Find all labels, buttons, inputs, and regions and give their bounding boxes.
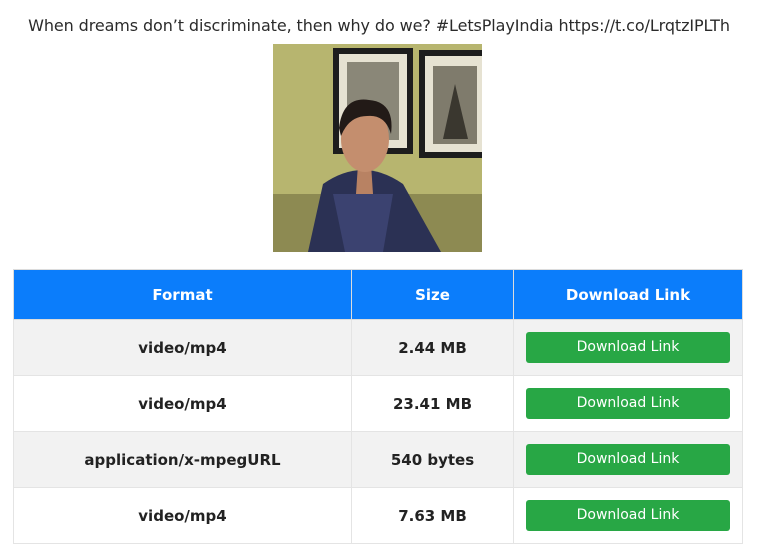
format-cell: video/mp4 — [13, 487, 352, 544]
table-row: video/mp4 23.41 MB Download Link — [13, 375, 743, 432]
download-link-button[interactable]: Download Link — [526, 388, 730, 419]
column-header-format: Format — [13, 269, 352, 320]
video-thumbnail-image — [273, 44, 482, 252]
table-row: video/mp4 2.44 MB Download Link — [13, 319, 743, 376]
format-cell: video/mp4 — [13, 319, 352, 376]
table-header-row: Format Size Download Link — [13, 269, 743, 320]
format-cell: video/mp4 — [13, 375, 352, 432]
download-cell: Download Link — [513, 375, 743, 432]
download-cell: Download Link — [513, 487, 743, 544]
video-thumbnail[interactable] — [273, 44, 482, 252]
downloads-table: Format Size Download Link video/mp4 2.44… — [13, 269, 743, 544]
size-cell: 540 bytes — [351, 431, 514, 488]
size-cell: 2.44 MB — [351, 319, 514, 376]
download-cell: Download Link — [513, 319, 743, 376]
table-row: video/mp4 7.63 MB Download Link — [13, 487, 743, 544]
size-cell: 23.41 MB — [351, 375, 514, 432]
column-header-download: Download Link — [513, 269, 743, 320]
table-row: application/x-mpegURL 540 bytes Download… — [13, 431, 743, 488]
format-cell: application/x-mpegURL — [13, 431, 352, 488]
download-link-button[interactable]: Download Link — [526, 332, 730, 363]
page-title: When dreams don’t discriminate, then why… — [28, 16, 730, 35]
column-header-size: Size — [351, 269, 514, 320]
download-link-button[interactable]: Download Link — [526, 500, 730, 531]
size-cell: 7.63 MB — [351, 487, 514, 544]
download-link-button[interactable]: Download Link — [526, 444, 730, 475]
download-cell: Download Link — [513, 431, 743, 488]
